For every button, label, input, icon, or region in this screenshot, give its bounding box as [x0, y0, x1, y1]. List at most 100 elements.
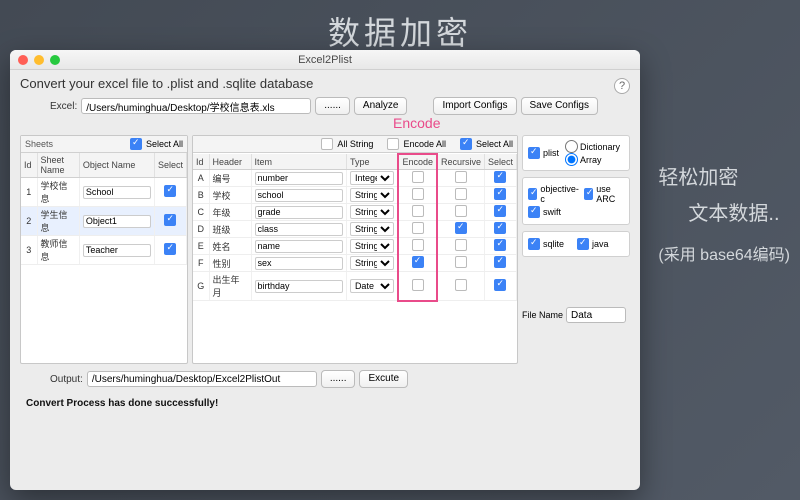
type-select[interactable]: Date	[350, 279, 395, 293]
item-input[interactable]	[255, 257, 343, 270]
objc-checkbox[interactable]	[528, 188, 537, 200]
encode-checkbox[interactable]	[412, 279, 424, 291]
row-select-checkbox[interactable]	[494, 256, 506, 268]
table-row: G出生年月Date	[193, 272, 517, 301]
row-select-checkbox[interactable]	[494, 205, 506, 217]
object-input[interactable]	[83, 186, 151, 199]
table-row: C年级String	[193, 204, 517, 221]
output-browse-button[interactable]: ......	[321, 370, 356, 388]
excel-path-input[interactable]	[81, 98, 311, 114]
recursive-checkbox[interactable]	[455, 279, 467, 291]
plist-group: plist Dictionary Array	[522, 135, 630, 171]
item-input[interactable]	[255, 240, 343, 253]
sheets-select-all-label: Select All	[146, 139, 183, 149]
close-icon[interactable]	[18, 55, 28, 65]
table-row: D班级String	[193, 221, 517, 238]
status-message: Convert Process has done successfully!	[26, 398, 630, 409]
excel-label: Excel:	[50, 101, 77, 112]
arc-checkbox[interactable]	[584, 188, 593, 200]
items-panel: All String Encode All Select All Id Head…	[192, 135, 518, 364]
row-select-checkbox[interactable]	[494, 222, 506, 234]
row-select-checkbox[interactable]	[164, 214, 176, 226]
col-header: Header	[209, 154, 251, 170]
encode-callout: Encode	[393, 115, 440, 131]
plist-checkbox[interactable]	[528, 147, 540, 159]
item-input[interactable]	[255, 280, 343, 293]
array-radio[interactable]	[565, 153, 578, 166]
zoom-icon[interactable]	[50, 55, 60, 65]
table-row: F性别String	[193, 255, 517, 272]
type-select[interactable]: String	[350, 188, 395, 202]
item-input[interactable]	[255, 206, 343, 219]
type-select[interactable]: String	[350, 256, 395, 270]
row-select-checkbox[interactable]	[494, 188, 506, 200]
table-row: E姓名String	[193, 238, 517, 255]
col-id: Id	[193, 154, 209, 170]
type-select[interactable]: String	[350, 205, 395, 219]
table-row: A编号Integer	[193, 170, 517, 187]
import-configs-button[interactable]: Import Configs	[433, 97, 516, 115]
encode-checkbox[interactable]	[412, 171, 424, 183]
dictionary-radio[interactable]	[565, 140, 578, 153]
promo-title: 数据加密	[0, 0, 800, 54]
row-select-checkbox[interactable]	[494, 171, 506, 183]
analyze-button[interactable]: Analyze	[354, 97, 408, 115]
col-select: Select	[154, 153, 186, 178]
window-title: Excel2Plist	[298, 54, 352, 66]
encode-checkbox[interactable]	[412, 188, 424, 200]
sheets-table: Id Sheet Name Object Name Select 1学校信息 2…	[21, 153, 187, 265]
encode-checkbox[interactable]	[412, 239, 424, 251]
encode-all-label: Encode All	[403, 139, 446, 149]
type-select[interactable]: Integer	[350, 171, 395, 185]
promo-line2: 文本数据..	[688, 196, 790, 232]
recursive-checkbox[interactable]	[455, 205, 467, 217]
object-input[interactable]	[83, 244, 151, 257]
encode-checkbox[interactable]	[412, 222, 424, 234]
row-select-checkbox[interactable]	[164, 243, 176, 255]
recursive-checkbox[interactable]	[455, 188, 467, 200]
sqlite-checkbox[interactable]	[528, 238, 540, 250]
all-string-checkbox[interactable]	[321, 138, 333, 150]
recursive-checkbox[interactable]	[455, 239, 467, 251]
promo-line1: 轻松加密	[658, 160, 790, 196]
swift-checkbox[interactable]	[528, 206, 540, 218]
col-recursive: Recursive	[437, 154, 485, 170]
filename-label: File Name	[522, 310, 563, 320]
item-input[interactable]	[255, 189, 343, 202]
help-button[interactable]: ?	[614, 78, 630, 94]
encode-checkbox[interactable]	[412, 256, 424, 268]
options-panel: plist Dictionary Array objective-c use A…	[522, 135, 630, 364]
app-window: Excel2Plist Convert your excel file to .…	[10, 50, 640, 490]
row-select-checkbox[interactable]	[494, 239, 506, 251]
recursive-checkbox[interactable]	[455, 171, 467, 183]
minimize-icon[interactable]	[34, 55, 44, 65]
col-item: Item	[251, 154, 346, 170]
type-select[interactable]: String	[350, 239, 395, 253]
type-select[interactable]: String	[350, 222, 395, 236]
col-object: Object Name	[79, 153, 154, 178]
items-table: Id Header Item Type Encode Recursive Sel…	[193, 153, 517, 302]
table-row: 2学生信息	[21, 207, 187, 236]
recursive-checkbox[interactable]	[455, 256, 467, 268]
sheets-select-all-checkbox[interactable]	[130, 138, 142, 150]
row-select-checkbox[interactable]	[164, 185, 176, 197]
filename-input[interactable]	[566, 307, 626, 323]
excel-browse-button[interactable]: ......	[315, 97, 350, 115]
row-select-checkbox[interactable]	[494, 279, 506, 291]
encode-all-checkbox[interactable]	[387, 138, 399, 150]
save-configs-button[interactable]: Save Configs	[521, 97, 598, 115]
object-input[interactable]	[83, 215, 151, 228]
encode-checkbox[interactable]	[412, 205, 424, 217]
item-input[interactable]	[255, 223, 343, 236]
col-sheet: Sheet Name	[37, 153, 79, 178]
plist-label: plist	[543, 148, 559, 158]
promo-sidebar: 轻松加密 文本数据.. (采用 base64编码)	[658, 160, 790, 271]
table-row: 1学校信息	[21, 178, 187, 207]
execute-button[interactable]: Excute	[359, 370, 408, 388]
items-select-all-checkbox[interactable]	[460, 138, 472, 150]
col-encode: Encode	[398, 154, 437, 170]
recursive-checkbox[interactable]	[455, 222, 467, 234]
item-input[interactable]	[255, 172, 343, 185]
java-checkbox[interactable]	[577, 238, 589, 250]
output-path-input[interactable]	[87, 371, 317, 387]
